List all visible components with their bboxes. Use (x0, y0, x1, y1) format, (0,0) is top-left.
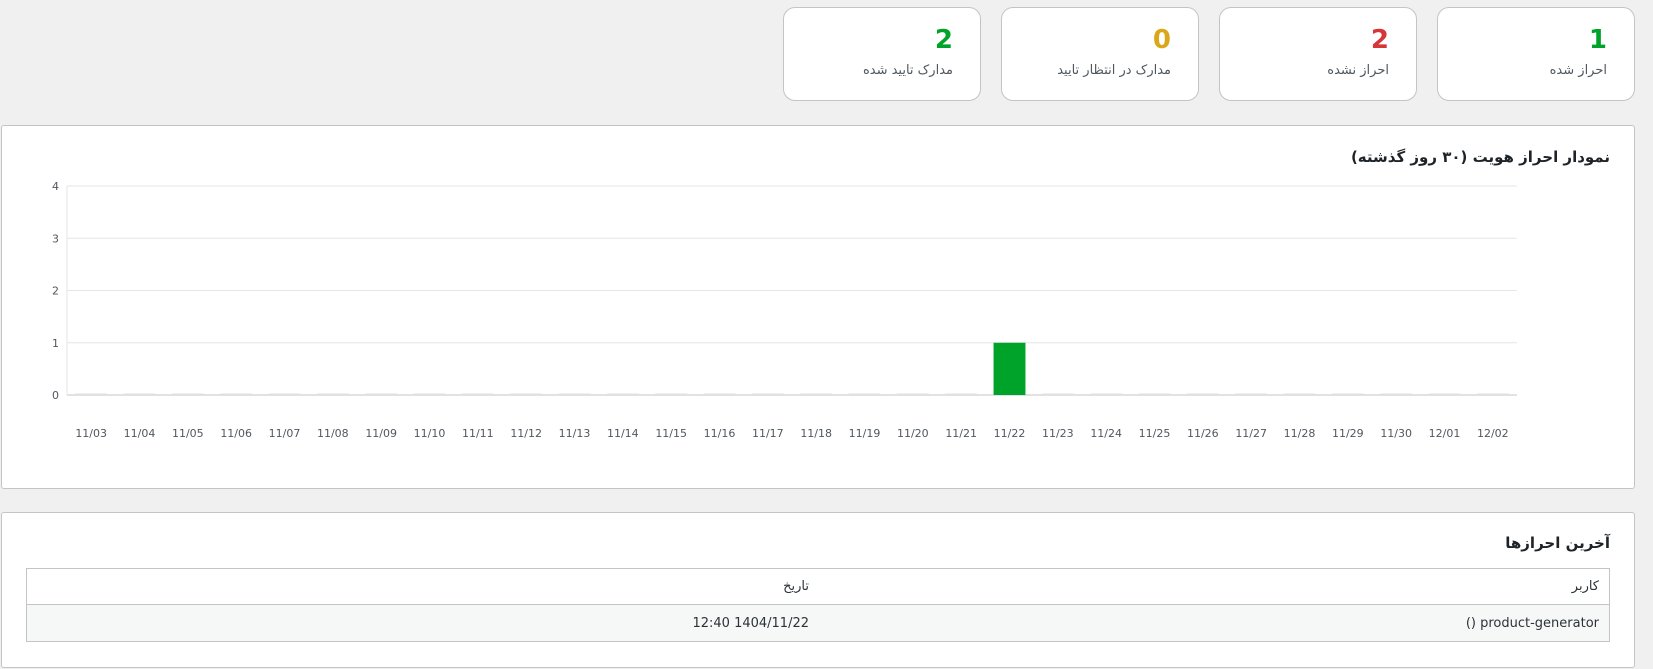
stat-label: احراز نشده (1327, 63, 1389, 78)
bar (365, 393, 398, 395)
table-title: آخرین احرازها (1505, 534, 1610, 552)
x-tick-label: 11/29 (1332, 427, 1364, 440)
bar (848, 393, 881, 395)
dashboard: 1 احراز شده 2 احراز نشده 0 مدارک در انتظ… (0, 0, 1653, 669)
stat-card-verified: 1 احراز شده (1437, 7, 1635, 101)
stat-label: احراز شده (1549, 63, 1607, 78)
bar (896, 393, 929, 395)
bar (220, 393, 253, 395)
y-tick-label: 1 (52, 337, 59, 350)
bar (800, 393, 833, 395)
x-tick-label: 11/08 (317, 427, 349, 440)
bar (993, 342, 1026, 395)
bar (171, 393, 204, 395)
x-tick-label: 11/12 (510, 427, 542, 440)
x-tick-label: 11/24 (1090, 427, 1122, 440)
stat-value: 2 (934, 25, 953, 55)
header-date: تاریخ (783, 579, 809, 594)
x-tick-label: 11/26 (1187, 427, 1219, 440)
cell-date: 12:40 1404/11/22 (692, 615, 809, 631)
bar (1283, 393, 1316, 395)
bar (1476, 393, 1509, 395)
bar (510, 393, 543, 395)
x-tick-label: 11/04 (124, 427, 156, 440)
x-tick-label: 11/27 (1235, 427, 1267, 440)
x-tick-label: 11/21 (945, 427, 977, 440)
table-header-row: کاربر تاریخ (27, 569, 1609, 605)
bar (1090, 393, 1123, 395)
bar (606, 393, 639, 395)
x-tick-label: 11/16 (704, 427, 736, 440)
x-tick-label: 11/14 (607, 427, 639, 440)
y-tick-label: 3 (52, 232, 59, 245)
bar (316, 393, 349, 395)
x-tick-label: 11/20 (897, 427, 929, 440)
x-tick-label: 12/02 (1477, 427, 1509, 440)
y-tick-label: 0 (52, 389, 59, 402)
x-tick-label: 11/10 (414, 427, 446, 440)
bar (655, 393, 688, 395)
stat-card-approved-docs: 2 مدارک تایید شده (783, 7, 981, 101)
x-tick-label: 11/30 (1380, 427, 1412, 440)
bar (1380, 393, 1413, 395)
x-tick-label: 11/11 (462, 427, 494, 440)
stat-value: 0 (1152, 25, 1171, 55)
bar (1138, 393, 1171, 395)
stat-card-pending-docs: 0 مدارک در انتظار تایید (1001, 7, 1199, 101)
bar (75, 393, 108, 395)
x-tick-label: 12/01 (1429, 427, 1461, 440)
bar (751, 393, 784, 395)
bar (703, 393, 736, 395)
x-tick-label: 11/23 (1042, 427, 1074, 440)
x-tick-label: 11/22 (994, 427, 1026, 440)
bar (1235, 393, 1268, 395)
bar (558, 393, 591, 395)
bar (1041, 393, 1074, 395)
x-tick-label: 11/18 (800, 427, 832, 440)
y-tick-label: 4 (52, 180, 59, 193)
recent-verifications-panel: آخرین احرازها کاربر تاریخ product-genera… (1, 512, 1635, 668)
stat-value: 2 (1370, 25, 1389, 55)
bar (1331, 393, 1364, 395)
x-tick-label: 11/05 (172, 427, 204, 440)
x-tick-label: 11/13 (559, 427, 591, 440)
bar (461, 393, 494, 395)
x-tick-label: 11/25 (1139, 427, 1171, 440)
bar (268, 393, 301, 395)
stat-card-unverified: 2 احراز نشده (1219, 7, 1417, 101)
stat-value: 1 (1588, 25, 1607, 55)
x-tick-label: 11/19 (849, 427, 881, 440)
stat-label: مدارک در انتظار تایید (1057, 63, 1171, 78)
x-tick-label: 11/09 (365, 427, 397, 440)
bar (123, 393, 156, 395)
recent-verifications-table: کاربر تاریخ product-generator () 12:40 1… (26, 568, 1610, 642)
bar (413, 393, 446, 395)
stats-row: 1 احراز شده 2 احراز نشده 0 مدارک در انتظ… (783, 7, 1635, 101)
x-tick-label: 11/06 (220, 427, 252, 440)
bar (1428, 393, 1461, 395)
x-tick-label: 11/07 (269, 427, 301, 440)
x-tick-label: 11/17 (752, 427, 784, 440)
header-user: کاربر (1571, 579, 1599, 594)
y-tick-label: 2 (52, 285, 59, 298)
cell-user: product-generator () (1465, 615, 1599, 631)
table-row: product-generator () 12:40 1404/11/22 (27, 605, 1609, 641)
x-tick-label: 11/03 (75, 427, 107, 440)
bar-chart: 0 1 2 3 4 11/03 11/04 11/05 11/06 11/07 11/08 11/09… (52, 180, 1517, 440)
stat-label: مدارک تایید شده (862, 63, 953, 78)
bar (1186, 393, 1219, 395)
x-tick-label: 11/28 (1284, 427, 1316, 440)
bar (945, 393, 978, 395)
x-tick-label: 11/15 (655, 427, 687, 440)
chart-panel: نمودار احراز هویت (۳۰ روز گذشته) 0 1 2 3 4 11… (1, 125, 1635, 489)
